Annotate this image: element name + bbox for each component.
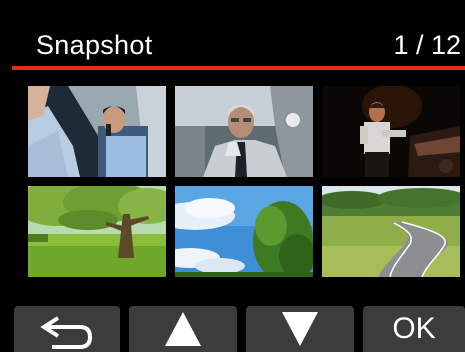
ok-button-label: OK [392, 312, 436, 345]
thumbnail-6[interactable] [322, 186, 460, 277]
page-title: Snapshot [36, 30, 153, 60]
thumbnail-2-image [175, 86, 313, 177]
header-divider [12, 66, 465, 70]
thumbnail-grid [28, 86, 465, 278]
thumbnail-4-image [28, 186, 166, 277]
thumbnail-5[interactable] [175, 186, 313, 277]
thumbnail-2[interactable] [175, 86, 313, 177]
thumbnail-5-image [175, 186, 313, 277]
camera-screen: Snapshot 1 / 12 OK [0, 0, 465, 352]
thumbnail-1-image [28, 86, 166, 177]
snapshot-counter: 1 / 12 [393, 30, 461, 60]
triangle-up-icon [165, 312, 201, 346]
back-button[interactable] [14, 306, 120, 352]
header-bar: Snapshot 1 / 12 [0, 10, 465, 66]
thumbnail-3-image [322, 86, 460, 177]
triangle-down-icon [282, 312, 318, 346]
thumbnail-6-image [322, 186, 460, 277]
softkey-bar: OK [0, 294, 465, 352]
down-button[interactable] [246, 306, 354, 352]
thumbnail-1[interactable] [28, 86, 166, 177]
thumbnail-3[interactable] [322, 86, 460, 177]
ok-button[interactable]: OK [363, 306, 465, 352]
thumbnail-4[interactable] [28, 186, 166, 277]
return-arrow-icon [40, 316, 93, 349]
up-button[interactable] [129, 306, 237, 352]
